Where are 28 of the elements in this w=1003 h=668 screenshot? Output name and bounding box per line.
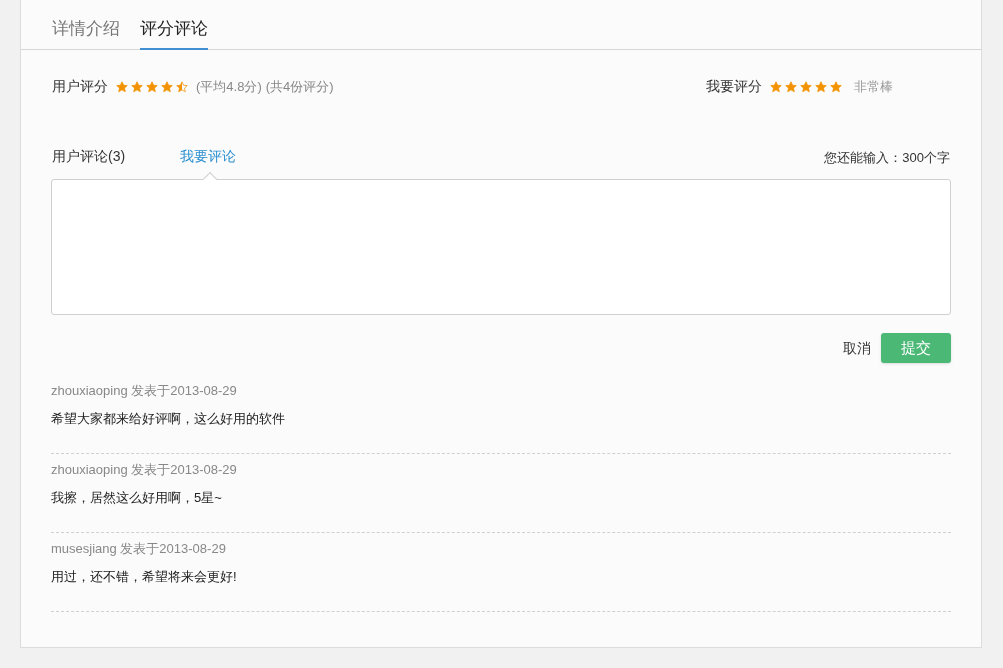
rating-count: (共4份评分) xyxy=(265,77,334,96)
remaining-characters: 您还能输入：300个字 xyxy=(824,148,950,167)
star-icon xyxy=(131,80,143,93)
average-score: (平均4.8分) xyxy=(196,77,262,96)
star-icon xyxy=(770,80,782,93)
comment-meta: zhouxiaoping 发表于2013-08-29 xyxy=(51,461,238,479)
comment-tab[interactable]: 我要评论 xyxy=(180,146,280,167)
star-icon xyxy=(830,80,842,93)
star-icon xyxy=(161,80,173,93)
star-icon xyxy=(146,80,158,93)
comment-tab[interactable]: 用户评论(3) xyxy=(52,146,180,167)
star-icon xyxy=(800,80,812,93)
cancel-button[interactable]: 取消 xyxy=(843,337,871,359)
rating-verdict: 非常棒 xyxy=(854,77,893,96)
comment-text: 用过，还不错，希望将来会更好! xyxy=(51,568,238,586)
tab[interactable]: 详情介绍 xyxy=(52,15,120,50)
comment-meta: zhouxiaoping 发表于2013-08-29 xyxy=(51,382,238,400)
star-icon xyxy=(116,80,128,93)
star-icon xyxy=(785,80,797,93)
star-icon xyxy=(815,80,827,93)
comment-text: 我擦，居然这么好用啊，5星~ xyxy=(51,489,223,507)
rating-label: 我要评分 xyxy=(706,77,762,96)
rating-label: 用户评分 xyxy=(52,77,108,96)
tab[interactable]: 评分评论 xyxy=(140,15,208,50)
comment-text: 希望大家都来给好评啊，这么好用的软件 xyxy=(51,410,286,428)
comment-input[interactable] xyxy=(51,179,951,315)
half-star-icon xyxy=(176,80,188,93)
comment-meta: musesjiang 发表于2013-08-29 xyxy=(51,540,227,558)
